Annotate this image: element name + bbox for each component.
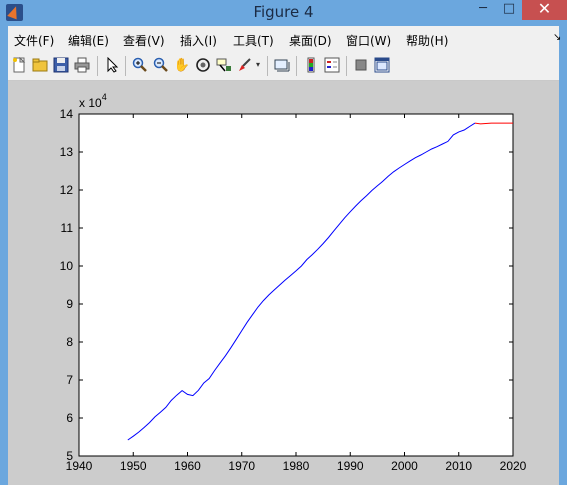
window-titlebar[interactable]: Figure 4 ─ □ ✕ — [0, 0, 567, 26]
zoom-in-icon[interactable] — [131, 56, 149, 74]
x-tick-label: 1950 — [120, 459, 147, 473]
y-tick-label: 11 — [61, 221, 74, 235]
rotate-3d-icon[interactable] — [194, 56, 212, 74]
hide-plot-tools-icon[interactable] — [352, 56, 370, 74]
save-icon[interactable] — [52, 56, 70, 74]
menu-bar: 文件(F) 编辑(E) 查看(V) 插入(I) 工具(T) 桌面(D) 窗口(W… — [8, 26, 561, 52]
open-folder-icon[interactable] — [31, 56, 49, 74]
colorbar-icon[interactable] — [302, 56, 320, 74]
print-icon[interactable] — [73, 56, 91, 74]
x-tick-label: 1980 — [283, 459, 310, 473]
x-tick-label: 1990 — [337, 459, 364, 473]
menu-help[interactable]: 帮助(H) — [406, 32, 448, 49]
menu-view[interactable]: 查看(V) — [123, 32, 165, 49]
x-tick-label: 2000 — [391, 459, 418, 473]
menu-file[interactable]: 文件(F) — [14, 32, 54, 49]
menu-tools[interactable]: 工具(T) — [233, 32, 274, 49]
pointer-icon[interactable] — [103, 56, 121, 74]
link-plot-icon[interactable] — [273, 56, 291, 74]
x-tick-label: 2010 — [445, 459, 472, 473]
x-tick-label: 1970 — [228, 459, 255, 473]
axes-plot-area[interactable] — [78, 113, 514, 457]
new-figure-icon[interactable] — [10, 56, 28, 74]
menu-insert[interactable]: 插入(I) — [180, 32, 217, 49]
x-tick-label: 1960 — [174, 459, 201, 473]
y-tick-label: 8 — [66, 335, 73, 349]
menu-desktop[interactable]: 桌面(D) — [289, 32, 332, 49]
y-tick-label: 12 — [60, 183, 74, 197]
zoom-out-icon[interactable] — [152, 56, 170, 74]
toolbar-separator — [97, 56, 98, 76]
figure-toolbar: ✋ ▾ — [8, 52, 559, 81]
menu-edit[interactable]: 编辑(E) — [68, 32, 109, 49]
y-tick-label: 6 — [66, 411, 73, 425]
pan-hand-icon[interactable]: ✋ — [173, 56, 191, 74]
y-tick-label: 7 — [66, 373, 73, 387]
maximize-button[interactable]: □ — [496, 0, 522, 20]
minimize-button[interactable]: ─ — [470, 0, 496, 20]
brush-dropdown-icon[interactable]: ▾ — [253, 56, 263, 74]
toolbar-separator — [125, 56, 126, 76]
show-plot-tools-icon[interactable] — [373, 56, 391, 74]
dock-arrow-icon[interactable]: ↘ — [553, 32, 561, 43]
toolbar-separator — [296, 56, 297, 76]
legend-icon[interactable] — [323, 56, 341, 74]
y-tick-label: 5 — [66, 449, 73, 463]
toolbar-separator — [267, 56, 268, 76]
data-cursor-icon[interactable] — [215, 56, 233, 74]
figure-canvas: 1940 1950 1960 1970 1980 1990 2000 2010 2020 5 6 7 8… — [8, 81, 559, 485]
y-tick-label: 10 — [60, 259, 74, 273]
y-tick-label: 13 — [60, 145, 74, 159]
toolbar-separator — [346, 56, 347, 76]
plot-svg: 1940 1950 1960 1970 1980 1990 2000 2010 20205678… — [60, 92, 527, 473]
menu-window[interactable]: 窗口(W) — [346, 32, 391, 49]
y-exponent-label: x 104 — [79, 92, 107, 110]
y-tick-label: 9 — [66, 297, 73, 311]
y-tick-label: 14 — [60, 107, 74, 121]
close-button[interactable]: ✕ — [522, 0, 567, 20]
x-tick-label: 2020 — [500, 459, 527, 473]
brush-icon[interactable] — [236, 56, 254, 74]
